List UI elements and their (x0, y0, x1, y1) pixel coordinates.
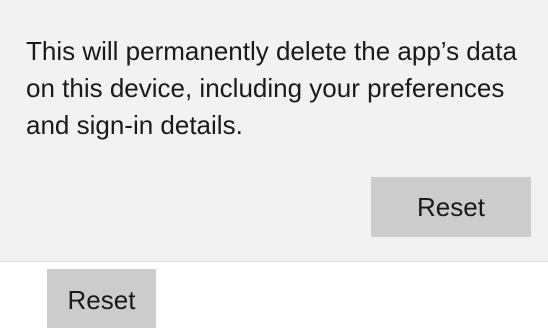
reset-confirmation-flyout: This will permanently delete the app’s d… (0, 0, 548, 262)
settings-page: This will permanently delete the app’s d… (0, 0, 548, 328)
flyout-message: This will permanently delete the app’s d… (26, 36, 517, 140)
reset-button[interactable]: Reset (47, 269, 156, 328)
confirm-reset-button[interactable]: Reset (371, 177, 531, 237)
